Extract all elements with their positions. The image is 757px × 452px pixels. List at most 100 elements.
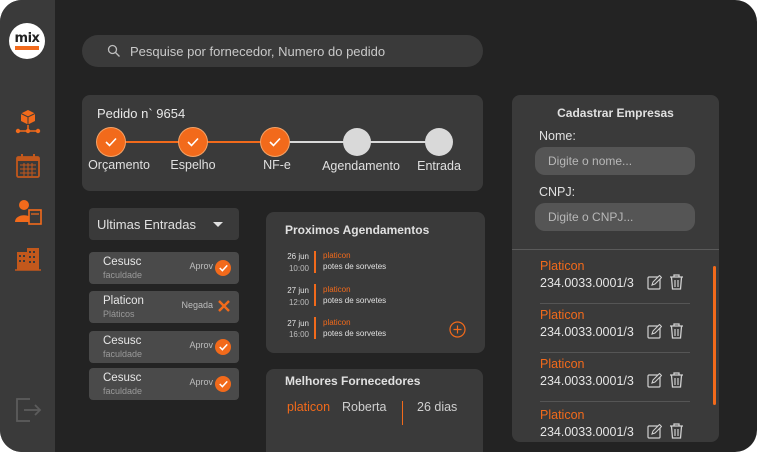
logout-icon[interactable]	[14, 395, 42, 423]
schedule-desc: potes de sorvetes	[323, 262, 387, 271]
register-companies-card: Cadastrar Empresas Nome: Digite o nome..…	[512, 95, 719, 442]
step-espelho[interactable]	[179, 128, 207, 156]
entries-dropdown[interactable]: Ultimas Entradas	[89, 208, 239, 240]
divider	[402, 401, 403, 425]
entry-item[interactable]: Platicon Pláticos Negada	[89, 291, 239, 323]
schedule-bar	[314, 251, 316, 273]
company-item[interactable]: Platicon 234.0033.0001/3	[540, 357, 690, 405]
check-icon	[105, 137, 117, 147]
entry-status: Aprov	[189, 340, 213, 350]
company-item[interactable]: Platicon 234.0033.0001/3	[540, 259, 690, 307]
cnpj-field[interactable]: Digite o CNPJ...	[535, 203, 695, 231]
company-name: Platicon	[540, 259, 585, 273]
search-bar[interactable]: Pesquise por fornecedor, Numero do pedid…	[82, 35, 483, 67]
edit-icon[interactable]	[647, 424, 662, 439]
best-supplier-name[interactable]: platicon	[287, 400, 330, 414]
edit-icon[interactable]	[647, 373, 662, 388]
schedule-desc: potes de sorvetes	[323, 329, 387, 338]
divider	[512, 249, 719, 250]
entry-status: Aprov	[189, 261, 213, 271]
divider	[540, 303, 690, 304]
step-entrada[interactable]	[425, 128, 453, 156]
register-title: Cadastrar Empresas	[557, 106, 674, 120]
add-schedule-icon[interactable]	[449, 321, 466, 338]
schedule-supplier[interactable]: platicon	[323, 285, 351, 294]
building-icon[interactable]	[14, 245, 42, 273]
step-label: NF-e	[263, 158, 291, 172]
company-cnpj: 234.0033.0001/3	[540, 276, 634, 290]
app-window: mix Pesquise por fornecedor, Numero do p…	[0, 0, 757, 452]
trash-icon[interactable]	[669, 423, 684, 439]
entry-sub: faculdade	[103, 386, 143, 396]
edit-icon[interactable]	[647, 324, 662, 339]
logo[interactable]: mix	[9, 23, 45, 59]
schedule-bar	[314, 284, 316, 306]
schedule-time: 16:00	[288, 330, 309, 339]
company-cnpj: 234.0033.0001/3	[540, 325, 634, 339]
name-field[interactable]: Digite o nome...	[535, 147, 695, 175]
divider	[540, 401, 690, 402]
trash-icon[interactable]	[669, 274, 684, 290]
step-nfe[interactable]	[261, 128, 289, 156]
divider	[540, 352, 690, 353]
search-input[interactable]: Pesquise por fornecedor, Numero do pedid…	[130, 44, 385, 59]
logo-bar	[15, 45, 39, 50]
order-title: Pedido n` 9654	[97, 106, 186, 121]
schedule-title: Proximos Agendamentos	[285, 223, 430, 237]
trash-icon[interactable]	[669, 372, 684, 388]
entry-item[interactable]: Cesusc faculdade Aprov	[89, 368, 239, 400]
edit-icon[interactable]	[647, 275, 662, 290]
company-name: Platicon	[540, 357, 585, 371]
step-label: Espelho	[170, 158, 216, 172]
schedule-desc: potes de sorvetes	[323, 296, 387, 305]
schedule-supplier[interactable]: platicon	[323, 318, 351, 327]
entry-sub: faculdade	[103, 270, 143, 280]
x-icon	[218, 300, 230, 312]
company-cnpj: 234.0033.0001/3	[540, 374, 634, 388]
name-label: Nome:	[539, 129, 576, 143]
dropdown-label: Ultimas Entradas	[97, 216, 196, 232]
entry-status: Aprov	[189, 377, 213, 387]
entry-name: Cesusc	[103, 372, 142, 384]
schedule-bar	[314, 317, 316, 339]
entry-name: Platicon	[103, 295, 144, 307]
entry-sub: faculdade	[103, 349, 143, 359]
entry-name: Cesusc	[103, 335, 142, 347]
caret-down-icon	[213, 222, 223, 227]
check-icon	[215, 376, 231, 392]
best-supplier-days: 26 dias	[417, 400, 458, 414]
logo-text: mix	[14, 30, 40, 46]
schedule-supplier[interactable]: platicon	[323, 251, 351, 260]
entry-sub: Pláticos	[103, 309, 135, 319]
check-icon	[215, 339, 231, 355]
company-name: Platicon	[540, 408, 585, 422]
trash-icon[interactable]	[669, 323, 684, 339]
check-icon	[269, 137, 281, 147]
scrollbar[interactable]	[713, 266, 716, 405]
step-agendamento[interactable]	[343, 128, 371, 156]
check-icon	[187, 137, 199, 147]
calendar-icon[interactable]	[14, 152, 42, 180]
search-icon	[107, 44, 120, 57]
delivery-box-icon[interactable]	[14, 108, 42, 136]
schedule-time: 12:00	[288, 298, 309, 307]
step-label: Entrada	[417, 159, 461, 173]
step-orcamento[interactable]	[97, 128, 125, 156]
best-suppliers-card: Melhores Fornecedores platicon Roberta 2…	[266, 369, 483, 452]
schedule-date: 26 jun	[287, 252, 309, 261]
company-cnpj: 234.0033.0001/3	[540, 425, 634, 439]
schedule-time: 10:00	[288, 264, 309, 273]
step-label: Agendamento	[322, 159, 400, 173]
sidebar: mix	[0, 0, 55, 452]
entry-item[interactable]: Cesusc faculdade Aprov	[89, 252, 239, 284]
company-item[interactable]: Platicon 234.0033.0001/3	[540, 308, 690, 356]
user-document-icon[interactable]	[14, 198, 42, 226]
entry-name: Cesusc	[103, 256, 142, 268]
schedule-date: 27 jun	[287, 319, 309, 328]
company-item[interactable]: Platicon 234.0033.0001/3	[540, 408, 690, 452]
entry-item[interactable]: Cesusc faculdade Aprov	[89, 331, 239, 363]
schedule-card: Proximos Agendamentos 26 jun 10:00 plati…	[266, 212, 485, 353]
cnpj-label: CNPJ:	[539, 185, 576, 199]
check-icon	[215, 260, 231, 276]
best-supplier-contact: Roberta	[342, 400, 387, 414]
